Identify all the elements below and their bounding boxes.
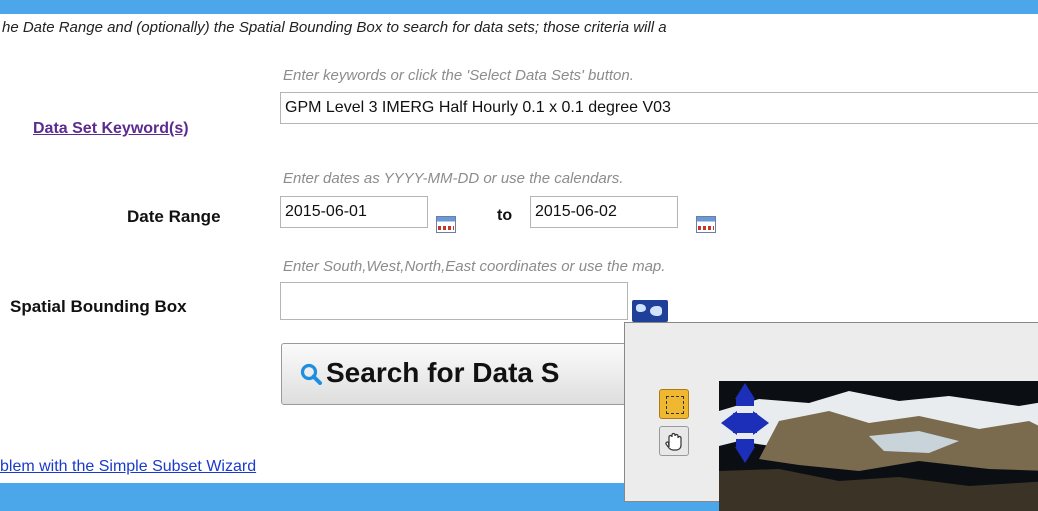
pan-hand-tool-icon[interactable] — [659, 426, 689, 456]
search-form-panel: he Date Range and (optionally) the Spati… — [0, 14, 1038, 511]
keyword-hint: Enter keywords or click the 'Select Data… — [283, 67, 634, 84]
to-label: to — [497, 207, 513, 224]
bbox-input[interactable] — [280, 282, 628, 320]
keyword-label-link[interactable]: Data Set Keyword(s) — [33, 120, 189, 138]
bbox-label: Spatial Bounding Box — [10, 297, 187, 316]
end-calendar-icon[interactable] — [696, 216, 716, 233]
magnifier-icon — [300, 363, 322, 385]
end-date-input[interactable]: 2015-06-02 — [530, 196, 678, 228]
box-select-tool-icon[interactable] — [659, 389, 689, 419]
world-map-icon[interactable] — [632, 300, 668, 322]
bbox-hint: Enter South,West,North,East coordinates … — [283, 258, 666, 275]
map-popup — [624, 322, 1038, 511]
date-hint: Enter dates as YYYY-MM-DD or use the cal… — [283, 170, 624, 187]
map-viewport[interactable] — [719, 381, 1038, 511]
start-date-input[interactable]: 2015-06-01 — [280, 196, 428, 228]
search-button[interactable]: Search for Data S — [281, 343, 641, 405]
keyword-input[interactable]: GPM Level 3 IMERG Half Hourly 0.1 x 0.1 … — [280, 92, 1038, 124]
date-range-label: Date Range — [127, 207, 221, 226]
report-problem-link[interactable]: blem with the Simple Subset Wizard — [0, 458, 256, 476]
search-button-label: Search for Data S — [326, 357, 560, 388]
instructions-text: he Date Range and (optionally) the Spati… — [2, 19, 667, 36]
start-calendar-icon[interactable] — [436, 216, 456, 233]
pan-arrows-icon[interactable] — [719, 381, 771, 481]
